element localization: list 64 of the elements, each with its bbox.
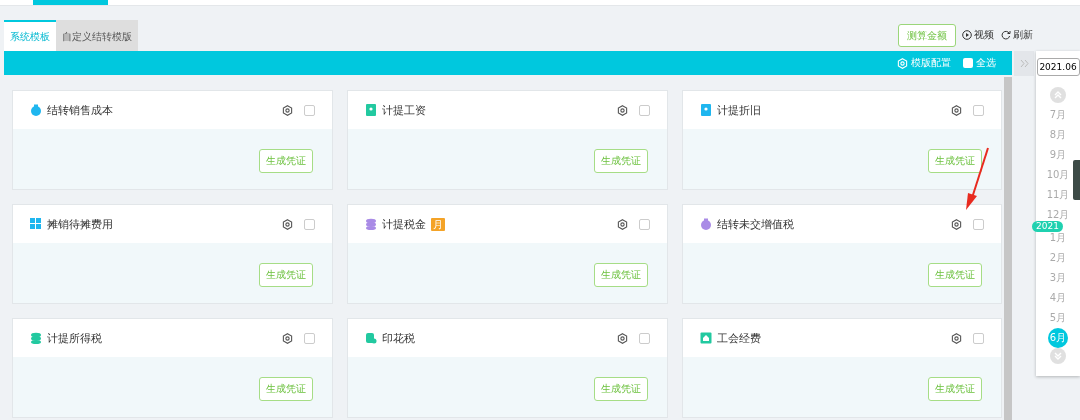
refresh-icon	[1001, 30, 1011, 40]
card-checkbox[interactable]	[639, 104, 650, 116]
card-title: 印花税	[382, 330, 415, 346]
generate-voucher-button[interactable]: 生成凭证	[259, 149, 313, 173]
card-title: 结转销售成本	[47, 102, 113, 118]
card-checkbox[interactable]	[304, 218, 315, 230]
month-item[interactable]: 3月	[1048, 268, 1068, 288]
play-icon	[962, 30, 972, 40]
settings-icon[interactable]	[951, 332, 962, 344]
month-item[interactable]: 10月	[1045, 165, 1071, 185]
generate-voucher-button[interactable]: 生成凭证	[928, 377, 982, 401]
card-checkbox[interactable]	[304, 332, 315, 344]
settings-icon[interactable]	[282, 218, 293, 230]
month-item[interactable]: 4月	[1048, 288, 1068, 308]
card-checkbox[interactable]	[973, 104, 984, 116]
card-title: 计提折旧	[717, 102, 761, 118]
collapse-icon[interactable]	[1019, 59, 1029, 68]
settings-icon[interactable]	[617, 104, 628, 116]
settings-icon[interactable]	[282, 104, 293, 116]
month-item[interactable]: 11月	[1045, 185, 1071, 205]
month-item[interactable]: 5月	[1048, 308, 1068, 328]
card-checkbox[interactable]	[973, 218, 984, 230]
calculate-button[interactable]: 测算金额	[898, 24, 956, 47]
card-checkbox[interactable]	[304, 104, 315, 116]
select-all-checkbox[interactable]	[963, 58, 973, 68]
scroll-up-icon[interactable]	[1050, 87, 1066, 103]
month-item[interactable]: 8月	[1048, 125, 1068, 145]
card-title: 工会经费	[717, 330, 761, 346]
refresh-link[interactable]: 刷新	[1013, 28, 1033, 42]
select-all-label: 全选	[976, 56, 996, 70]
settings-icon[interactable]	[951, 104, 962, 116]
month-item[interactable]: 7月	[1048, 105, 1068, 125]
card-checkbox[interactable]	[973, 332, 984, 344]
card-title: 结转未交增值税	[717, 216, 794, 232]
generate-voucher-button[interactable]: 生成凭证	[594, 149, 648, 173]
year-badge: 2021	[1032, 221, 1063, 232]
scrollbar[interactable]	[1004, 77, 1012, 420]
generate-voucher-button[interactable]: 生成凭证	[594, 377, 648, 401]
scroll-down-icon[interactable]	[1050, 348, 1066, 364]
template-config-link[interactable]: 模版配置	[911, 56, 951, 70]
card-title: 摊销待摊费用	[47, 216, 113, 232]
video-link[interactable]: 视频	[974, 28, 994, 42]
month-item[interactable]: 9月	[1048, 145, 1068, 165]
generate-voucher-button[interactable]: 生成凭证	[594, 263, 648, 287]
generate-voucher-button[interactable]: 生成凭证	[928, 149, 982, 173]
card-checkbox[interactable]	[639, 218, 650, 230]
month-item[interactable]: 6月	[1048, 328, 1068, 348]
generate-voucher-button[interactable]: 生成凭证	[259, 263, 313, 287]
card-title: 计提工资	[382, 102, 426, 118]
tab[interactable]: 系统模板	[4, 20, 56, 51]
side-handle[interactable]	[1073, 160, 1080, 200]
settings-icon[interactable]	[951, 218, 962, 230]
generate-voucher-button[interactable]: 生成凭证	[259, 377, 313, 401]
settings-icon[interactable]	[617, 332, 628, 344]
period-field[interactable]: 2021.06	[1036, 58, 1080, 76]
card-checkbox[interactable]	[639, 332, 650, 344]
monthly-tag: 月	[431, 217, 445, 231]
card-title: 计提税金	[382, 216, 426, 232]
month-item[interactable]: 2月	[1048, 248, 1068, 268]
settings-icon[interactable]	[282, 332, 293, 344]
settings-icon[interactable]	[617, 218, 628, 230]
generate-voucher-button[interactable]: 生成凭证	[928, 263, 982, 287]
tab[interactable]: 自定义结转模版	[56, 20, 138, 51]
card-title: 计提所得税	[47, 330, 102, 346]
